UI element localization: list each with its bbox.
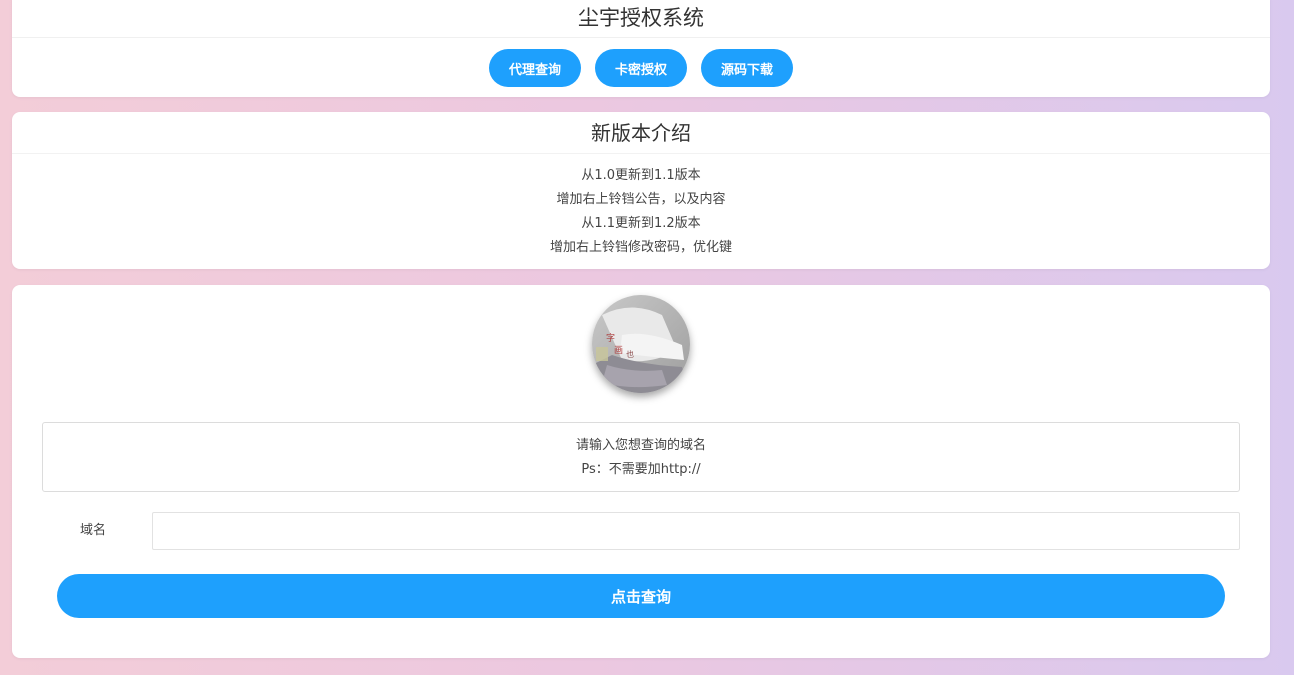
domain-hint-box: 请输入您想查询的域名 Ps：不需要加http:// — [42, 422, 1240, 492]
source-download-button[interactable]: 源码下载 — [701, 49, 793, 87]
card-key-auth-button[interactable]: 卡密授权 — [595, 49, 687, 87]
domain-input[interactable] — [152, 512, 1240, 550]
page-title: 尘宇授权系统 — [12, 0, 1270, 38]
svg-text:画: 画 — [614, 345, 623, 356]
hint-line: 请输入您想查询的域名 — [575, 438, 706, 453]
svg-text:也: 也 — [626, 349, 634, 359]
header-card: 尘宇授权系统 代理查询 卡密授权 源码下载 — [12, 0, 1270, 97]
intro-note: 从1.1更新到1.2版本 — [581, 216, 701, 231]
intro-title: 新版本介绍 — [12, 112, 1270, 154]
intro-note: 增加右上铃铛修改密码，优化键 — [549, 240, 732, 255]
avatar: 字 画 也 — [592, 295, 690, 393]
intro-note: 增加右上铃铛公告，以及内容 — [556, 192, 726, 207]
intro-notes: 从1.0更新到1.1版本 增加右上铃铛公告，以及内容 从1.1更新到1.2版本 … — [12, 154, 1270, 260]
header-button-row: 代理查询 卡密授权 源码下载 — [12, 49, 1270, 87]
query-submit-button[interactable]: 点击查询 — [57, 574, 1225, 618]
domain-query-card: 字 画 也 请输入您想查询的域名 Ps：不需要加http:// 域名 点击查询 — [12, 285, 1270, 658]
version-intro-card: 新版本介绍 从1.0更新到1.1版本 增加右上铃铛公告，以及内容 从1.1更新到… — [12, 112, 1270, 269]
svg-text:字: 字 — [606, 332, 615, 344]
intro-note: 从1.0更新到1.1版本 — [581, 168, 701, 183]
domain-field-label: 域名 — [80, 523, 107, 538]
agent-query-button[interactable]: 代理查询 — [489, 49, 581, 87]
hint-line: Ps：不需要加http:// — [581, 462, 701, 477]
